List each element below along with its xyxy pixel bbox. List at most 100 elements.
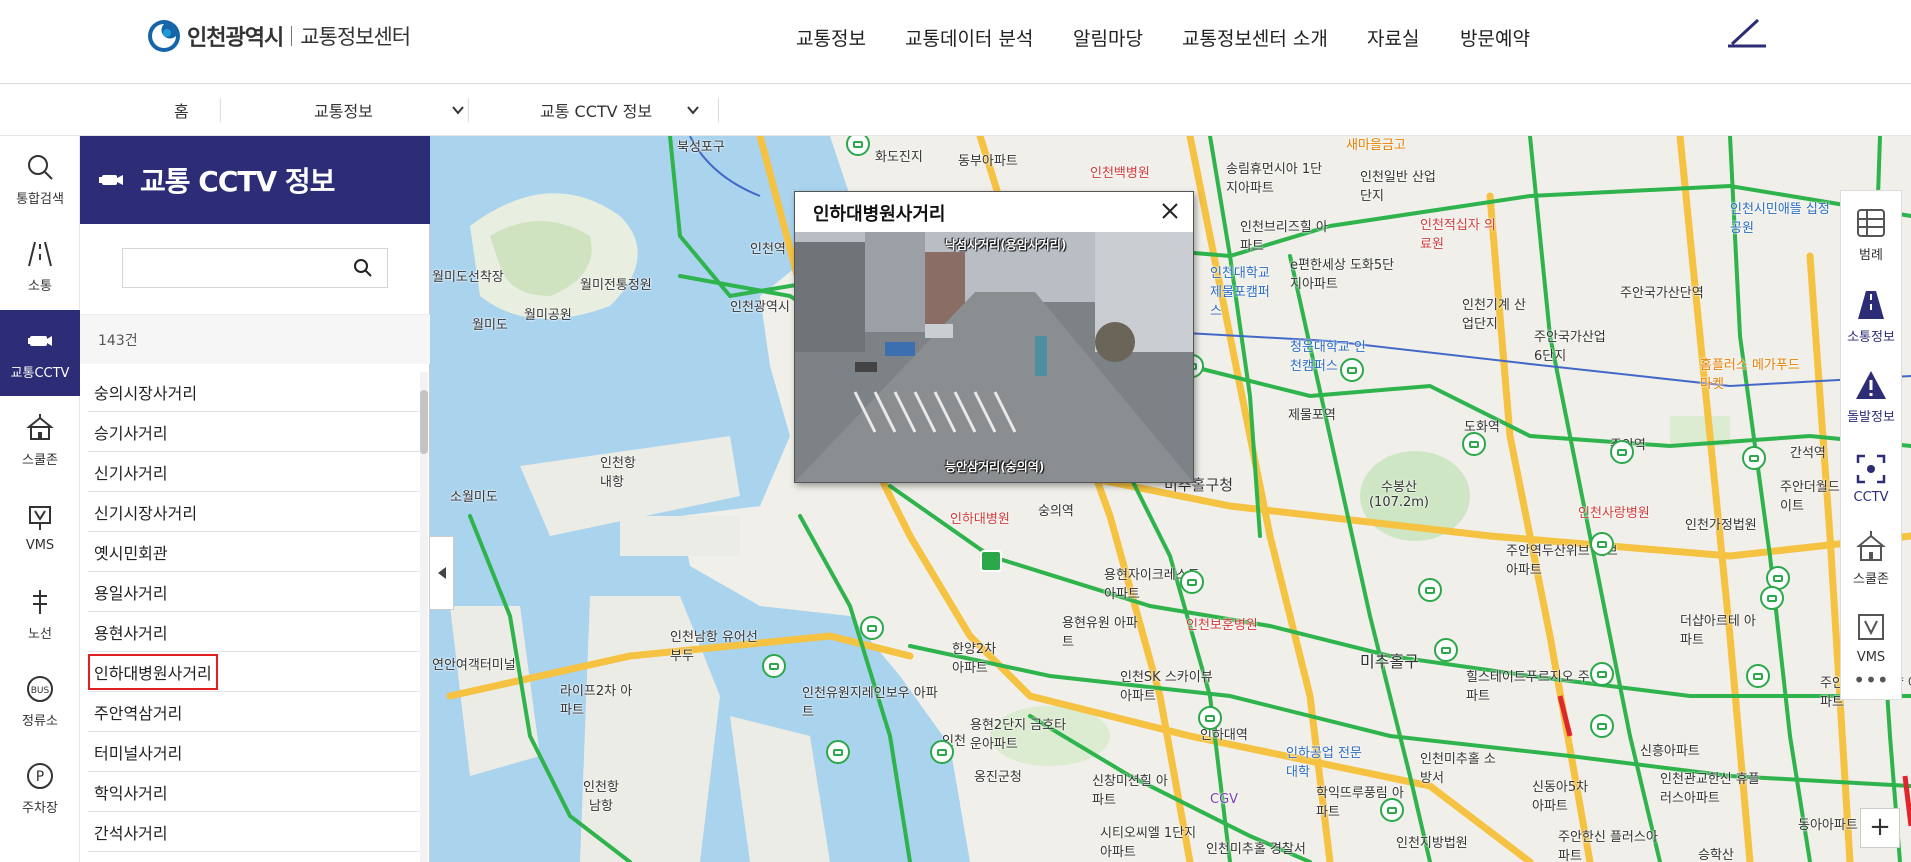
- list-scroll-thumb[interactable]: [420, 390, 428, 454]
- logo-divider: [291, 26, 293, 46]
- rail-integrated-search[interactable]: 통합검색: [0, 136, 80, 222]
- nav-traffic-data-analysis[interactable]: 교통데이터 분석: [905, 24, 1033, 51]
- map-label: 신흥아파트: [1640, 744, 1700, 759]
- map-label: 주안국가산단역: [1620, 286, 1704, 301]
- cctv-marker[interactable]: [1380, 798, 1404, 822]
- map-label: 인천지방법원: [1396, 836, 1468, 851]
- map-label: 인하대병원: [950, 512, 1010, 527]
- video-caption-top: 낙섬사거리(용암사거리): [945, 238, 1067, 252]
- cctv-marker[interactable]: [1590, 714, 1614, 738]
- cctv-marker[interactable]: [1746, 664, 1770, 688]
- cctv-marker[interactable]: [826, 740, 850, 764]
- map-label: 주안국가산업 6단지: [1534, 330, 1606, 364]
- more-tools-button[interactable]: •••: [1840, 668, 1902, 694]
- school-icon: [1856, 530, 1886, 561]
- map-label: 인천항 남항: [583, 780, 619, 814]
- nav-archive[interactable]: 자료실: [1367, 24, 1419, 51]
- cctv-marker[interactable]: [1180, 570, 1204, 594]
- map-label: 동아아파트: [1798, 818, 1858, 833]
- cctv-marker[interactable]: [1340, 358, 1364, 382]
- tool-label: VMS: [1856, 649, 1886, 665]
- list-item[interactable]: 학익사거리: [88, 772, 420, 812]
- menu-icon[interactable]: [1726, 16, 1768, 50]
- map-label: 주안한신 플러스아파트: [1558, 830, 1658, 862]
- map-label: 인천SK 스카이뷰아파트: [1120, 670, 1213, 704]
- breadcrumb-level2-dropdown[interactable]: 교통 CCTV 정보: [540, 84, 700, 136]
- list-item-label: 터미널사거리: [94, 743, 183, 763]
- panel-collapse-button[interactable]: [430, 536, 454, 610]
- zoom-in-button[interactable]: +: [1860, 808, 1900, 848]
- tool-legend[interactable]: 범례: [1841, 195, 1901, 273]
- search-icon[interactable]: [353, 258, 373, 278]
- cctv-marker[interactable]: [1742, 446, 1766, 470]
- list-item[interactable]: 용현사거리: [88, 612, 420, 652]
- rail-label: VMS: [25, 537, 55, 553]
- rail-bus-stop[interactable]: BUS 정류소: [0, 658, 80, 744]
- list-item[interactable]: 주안역삼거리: [88, 692, 420, 732]
- rail-parking[interactable]: P 주차장: [0, 745, 80, 831]
- tool-vms[interactable]: VMS: [1841, 599, 1901, 677]
- list-item[interactable]: 터미널사거리: [88, 732, 420, 772]
- tool-school-zone[interactable]: 스쿨존: [1841, 519, 1901, 597]
- result-count: 143건: [98, 333, 138, 349]
- cctv-marker[interactable]: [1434, 638, 1458, 662]
- tool-incident-info[interactable]: 돌발정보: [1841, 357, 1901, 435]
- cctv-marker[interactable]: [930, 740, 954, 764]
- cctv-search-input[interactable]: [123, 249, 343, 287]
- cctv-marker[interactable]: [1760, 586, 1784, 610]
- cctv-marker[interactable]: [1590, 662, 1614, 686]
- rail-school-zone[interactable]: 스쿨존: [0, 397, 80, 483]
- list-item[interactable]: 신기시장사거리: [88, 492, 420, 532]
- rail-traffic-flow[interactable]: 소통: [0, 223, 80, 309]
- breadcrumb-level1-dropdown[interactable]: 교통정보: [314, 84, 465, 136]
- map-label: 시티오씨엘 1단지아파트: [1100, 826, 1197, 860]
- cctv-marker[interactable]: [1462, 432, 1486, 456]
- rail-route[interactable]: 노선: [0, 571, 80, 657]
- list-item[interactable]: 숭의시장사거리: [88, 372, 420, 412]
- rail-vms[interactable]: VMS: [0, 484, 80, 570]
- tool-traffic-info[interactable]: 소통정보: [1841, 277, 1901, 355]
- rail-label: 노선: [28, 626, 52, 642]
- list-item[interactable]: 용일사거리: [88, 572, 420, 612]
- map-label: 인천브리즈힐 아파트: [1240, 220, 1328, 254]
- list-item[interactable]: 옛시민회관: [88, 532, 420, 572]
- list-item[interactable]: 승기사거리: [88, 412, 420, 452]
- map-tools: 범례 소통정보 돌발정보 CCTV 스쿨존 VMS: [1840, 190, 1902, 700]
- list-item[interactable]: 신기사거리: [88, 452, 420, 492]
- cctv-marker[interactable]: [1198, 706, 1222, 730]
- bus-stop-icon: BUS: [27, 675, 53, 702]
- breadcrumb-divider: [718, 98, 719, 122]
- nav-notice[interactable]: 알림마당: [1073, 24, 1143, 51]
- list-item[interactable]: 간석사거리: [88, 812, 420, 852]
- video-caption-bottom: 능안삼거리(숭의역): [945, 460, 1045, 474]
- list-item-selected[interactable]: 인하대병원사거리: [88, 652, 420, 692]
- tool-cctv[interactable]: CCTV: [1841, 439, 1901, 517]
- map-label: 인천백병원: [1090, 166, 1150, 181]
- map-label: 월미전통정원: [580, 278, 652, 293]
- selected-cctv-marker[interactable]: [980, 550, 1002, 572]
- breadcrumb: 홈 교통정보 교통 CCTV 정보: [0, 84, 1911, 136]
- list-item-label: 신기사거리: [94, 463, 168, 483]
- cctv-marker[interactable]: [1590, 532, 1614, 556]
- map-label: 숭의역: [1038, 504, 1074, 519]
- chevron-down-icon: [687, 106, 699, 115]
- top-header: 인천광역시 교통정보센터 교통정보 교통데이터 분석 알림마당 교통정보센터 소…: [0, 0, 1911, 84]
- breadcrumb-home[interactable]: 홈: [174, 84, 189, 136]
- cctv-marker[interactable]: [1418, 578, 1442, 602]
- cctv-video-feed[interactable]: 낙섬사거리(용암사거리) 능안삼거리(숭의역): [795, 232, 1193, 482]
- cctv-icon: [28, 335, 52, 346]
- cctv-search-box: [122, 248, 388, 288]
- map-label: 월미도: [472, 318, 508, 333]
- site-logo[interactable]: 인천광역시 교통정보센터: [147, 18, 411, 54]
- close-icon[interactable]: [1159, 200, 1181, 222]
- cctv-marker[interactable]: [762, 654, 786, 678]
- rail-traffic-cctv[interactable]: 교통CCTV: [0, 310, 80, 396]
- map-label: 인천역: [750, 242, 786, 257]
- list-item-label: 용현사거리: [94, 623, 168, 643]
- cctv-marker[interactable]: [1610, 440, 1634, 464]
- nav-center-intro[interactable]: 교통정보센터 소개: [1182, 24, 1328, 51]
- nav-traffic-info[interactable]: 교통정보: [796, 24, 866, 51]
- map-label: 인천사랑병원: [1578, 506, 1650, 521]
- cctv-marker[interactable]: [860, 616, 884, 640]
- nav-visit-reservation[interactable]: 방문예약: [1460, 24, 1530, 51]
